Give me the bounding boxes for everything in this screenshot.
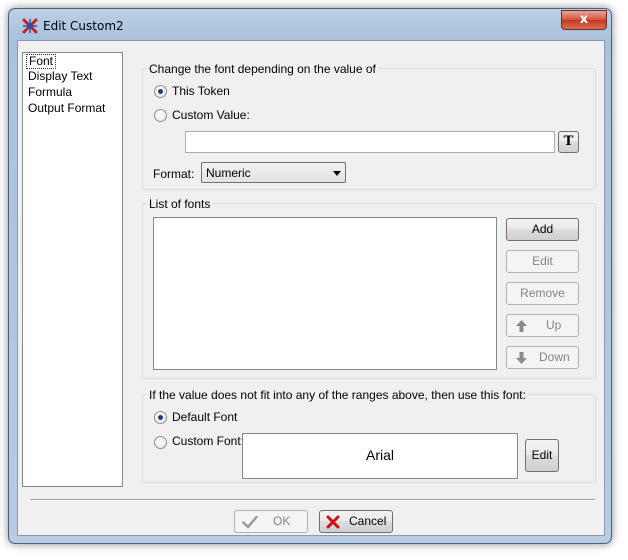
dialog-window: Edit Custom2 x Font Display Text Formula… bbox=[8, 8, 612, 544]
close-button[interactable]: x bbox=[561, 10, 607, 30]
category-item-output-format[interactable]: Output Format bbox=[26, 102, 107, 117]
arrow-down-icon bbox=[516, 352, 527, 364]
category-item-label: Font bbox=[29, 54, 54, 68]
category-item-label: Formula bbox=[28, 85, 73, 99]
format-label: Format: bbox=[153, 167, 195, 181]
arrow-up-icon bbox=[516, 320, 527, 332]
window-title: Edit Custom2 bbox=[43, 19, 124, 33]
custom-font-preview: Arial bbox=[242, 433, 518, 479]
fallback-font-group-title: If the value does not fit into any of th… bbox=[147, 388, 528, 402]
font-listbox[interactable] bbox=[153, 217, 497, 370]
font-condition-group-title: Change the font depending on the value o… bbox=[147, 62, 378, 76]
category-list[interactable]: Font Display Text Formula Output Format bbox=[22, 52, 123, 487]
edit-custom-font-button[interactable]: Edit bbox=[525, 439, 559, 472]
move-up-button-label: Up bbox=[546, 318, 562, 332]
footer-divider bbox=[30, 499, 595, 501]
ok-button-label: OK bbox=[273, 514, 291, 528]
default-font-radio[interactable] bbox=[154, 411, 167, 424]
edit-font-button[interactable]: Edit bbox=[506, 250, 579, 273]
custom-font-radio[interactable] bbox=[154, 436, 167, 449]
category-item-label: Display Text bbox=[28, 69, 93, 83]
font-list-group-title: List of fonts bbox=[147, 197, 213, 211]
move-down-button[interactable]: Down bbox=[506, 346, 579, 369]
category-item-label: Output Format bbox=[28, 101, 106, 115]
move-down-button-label: Down bbox=[539, 350, 570, 364]
category-item-display-text[interactable]: Display Text bbox=[26, 70, 94, 85]
remove-font-button-label: Remove bbox=[520, 286, 565, 300]
close-icon: x bbox=[579, 12, 589, 27]
custom-font-name: Arial bbox=[365, 447, 394, 463]
this-token-radio[interactable] bbox=[154, 85, 167, 98]
this-token-label: This Token bbox=[172, 84, 230, 98]
add-font-button[interactable]: Add bbox=[506, 218, 579, 241]
insert-token-button[interactable]: T bbox=[558, 131, 579, 153]
cancel-button[interactable]: Cancel bbox=[319, 510, 393, 533]
move-up-button[interactable]: Up bbox=[506, 314, 579, 337]
edit-font-button-label: Edit bbox=[532, 254, 553, 268]
app-logo-icon bbox=[22, 18, 38, 34]
checkmark-icon bbox=[242, 515, 258, 529]
chevron-down-icon bbox=[333, 171, 341, 176]
text-token-icon: T bbox=[563, 134, 574, 149]
category-item-formula[interactable]: Formula bbox=[26, 86, 74, 101]
title-bar[interactable]: Edit Custom2 x bbox=[9, 9, 611, 39]
add-font-button-label: Add bbox=[531, 222, 554, 236]
format-select-value: Numeric bbox=[206, 166, 251, 180]
format-select[interactable]: Numeric bbox=[201, 162, 346, 183]
dialog-client-area: Font Display Text Formula Output Format … bbox=[17, 40, 605, 536]
custom-value-label: Custom Value: bbox=[172, 108, 250, 122]
edit-custom-font-button-label: Edit bbox=[531, 448, 553, 462]
cancel-x-icon bbox=[326, 515, 340, 529]
custom-value-input[interactable] bbox=[185, 131, 555, 153]
remove-font-button[interactable]: Remove bbox=[506, 282, 579, 305]
default-font-label: Default Font bbox=[172, 410, 238, 424]
custom-font-label: Custom Font: bbox=[172, 434, 245, 448]
category-item-font[interactable]: Font bbox=[26, 54, 57, 69]
ok-button[interactable]: OK bbox=[234, 510, 308, 533]
custom-value-radio[interactable] bbox=[154, 109, 167, 122]
cancel-button-label: Cancel bbox=[349, 514, 387, 528]
